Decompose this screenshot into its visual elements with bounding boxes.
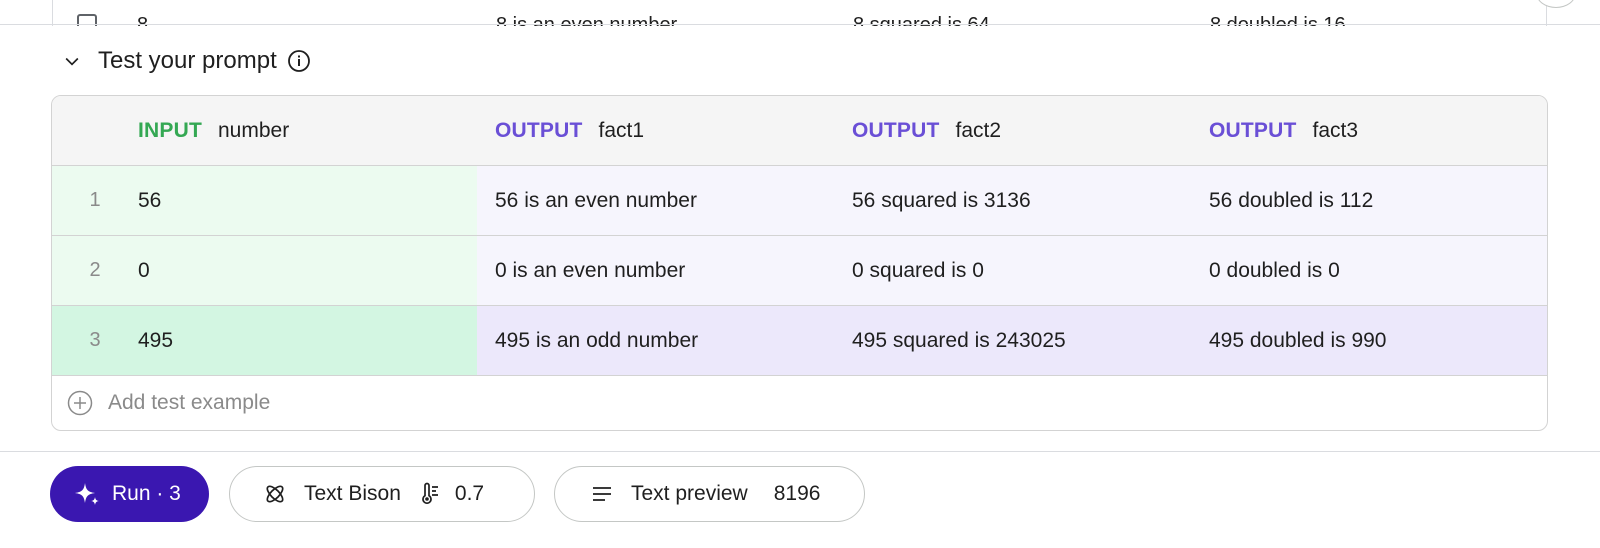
temperature-value: 0.7 [454, 482, 485, 505]
section-header: Test your prompt [60, 44, 311, 78]
column-kind: OUTPUT [1209, 119, 1297, 142]
add-test-example-button[interactable]: Add test example [52, 376, 1547, 430]
column-kind: OUTPUT [495, 119, 583, 142]
cell-fact2[interactable]: 495 squared is 243025 [852, 306, 1066, 375]
row-index: 3 [89, 329, 101, 351]
chevron-down-icon[interactable] [60, 49, 84, 73]
run-label: Run · 3 [112, 482, 181, 505]
column-name: number [218, 119, 290, 142]
text-lines-icon [589, 481, 615, 507]
run-button[interactable]: Run · 3 [50, 466, 209, 522]
text-preview-label: Text preview [631, 482, 748, 505]
divider [0, 451, 1600, 452]
cell-fact3[interactable]: 0 doubled is 0 [1209, 236, 1340, 305]
table-row[interactable]: 3 495 495 is an odd number 495 squared i… [52, 306, 1547, 376]
row-index: 1 [89, 189, 101, 211]
model-settings-button[interactable]: Text Bison 0.7 [229, 466, 535, 522]
column-header-number[interactable]: INPUT number [138, 96, 289, 166]
column-header-fact3[interactable]: OUTPUT fact3 [1209, 96, 1358, 166]
model-icon [262, 481, 288, 507]
column-kind: INPUT [138, 119, 202, 142]
cell-number[interactable]: 56 [138, 166, 161, 235]
test-prompt-page: 8 8 is an even number 8 squared is 64 8 … [0, 0, 1600, 548]
column-name: fact2 [955, 119, 1002, 142]
section-title: Test your prompt [98, 47, 277, 74]
cell-fact3[interactable]: 495 doubled is 990 [1209, 306, 1387, 375]
table-row[interactable]: 2 0 0 is an even number 0 squared is 0 0… [52, 236, 1547, 306]
cell-fact2[interactable]: 56 squared is 3136 [852, 166, 1031, 235]
cell-fact2[interactable]: 0 squared is 0 [852, 236, 984, 305]
row-index: 2 [89, 259, 101, 281]
column-name: fact1 [598, 119, 645, 142]
info-icon[interactable] [287, 49, 311, 73]
sparkle-icon [74, 480, 102, 508]
text-preview-button[interactable]: Text preview 8196 [554, 466, 865, 522]
model-name: Text Bison [304, 482, 401, 505]
cell-number[interactable]: 0 [138, 236, 150, 305]
add-circle-icon [67, 390, 93, 416]
test-examples-table: INPUT number OUTPUT fact1 OUTPUT fact2 O… [51, 95, 1548, 431]
cell-fact1[interactable]: 56 is an even number [495, 166, 697, 235]
column-header-fact1[interactable]: OUTPUT fact1 [495, 96, 644, 166]
table-header: INPUT number OUTPUT fact1 OUTPUT fact2 O… [52, 96, 1547, 166]
add-test-example-label: Add test example [108, 391, 271, 414]
table-row[interactable]: 1 56 56 is an even number 56 squared is … [52, 166, 1547, 236]
divider [0, 24, 1600, 25]
cell-fact3[interactable]: 56 doubled is 112 [1209, 166, 1373, 235]
column-header-fact2[interactable]: OUTPUT fact2 [852, 96, 1001, 166]
thermometer-icon [417, 481, 443, 507]
cell-fact1[interactable]: 0 is an even number [495, 236, 685, 305]
cell-number[interactable]: 495 [138, 306, 173, 375]
previous-table-row: 8 8 is an even number 8 squared is 64 8 … [52, 0, 1547, 26]
cell-fact1[interactable]: 495 is an odd number [495, 306, 698, 375]
column-kind: OUTPUT [852, 119, 940, 142]
token-limit-value: 8196 [773, 482, 821, 505]
column-name: fact3 [1312, 119, 1359, 142]
